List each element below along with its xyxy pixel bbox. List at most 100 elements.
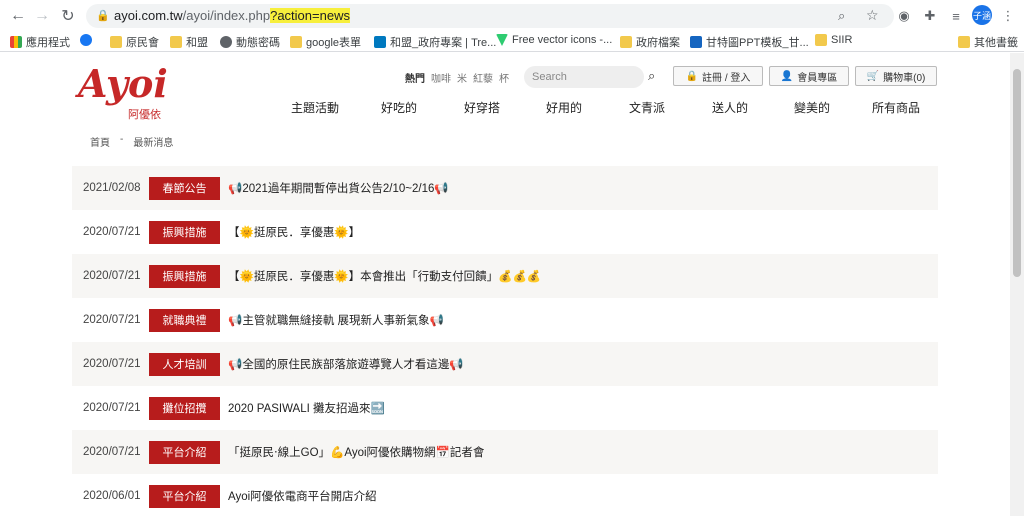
hot-label: 熱門: [405, 74, 425, 85]
bookmark-item[interactable]: SIIR: [815, 34, 852, 46]
news-tag: 人才培訓: [149, 352, 220, 376]
news-date: 2020/06/01: [83, 490, 141, 502]
search-input[interactable]: Search: [524, 66, 644, 88]
news-date: 2020/07/21: [83, 446, 141, 458]
zoom-icon[interactable]: ⌕: [838, 8, 845, 24]
news-tag: 就職典禮: [149, 308, 220, 332]
vector-icon: [496, 34, 508, 46]
cart-icon: 🛒: [866, 70, 880, 82]
folder-icon: [170, 36, 182, 48]
hot-keyword[interactable]: 米: [457, 70, 467, 85]
news-date: 2020/07/21: [83, 358, 141, 370]
hot-keyword[interactable]: 杯: [499, 70, 509, 85]
bookmarks-bar: 應用程式 原民會 和盟 動態密碼 google表單 和盟_政府專案 | Tre.…: [0, 32, 1024, 52]
bookmark-item[interactable]: 和盟: [170, 34, 208, 50]
news-tag: 春節公告: [149, 176, 220, 200]
cart-button[interactable]: 🛒 購物車(0): [855, 66, 937, 86]
forward-arrow-icon[interactable]: →: [30, 4, 54, 28]
reload-icon[interactable]: ↻: [56, 4, 80, 28]
login-button[interactable]: 🔒 註冊 / 登入: [673, 66, 763, 86]
more-menu-icon[interactable]: ⋮: [998, 6, 1018, 26]
news-row[interactable]: 2020/07/21 攤位招攬 2020 PASIWALI 攤友招過來🔜: [72, 386, 938, 430]
news-title[interactable]: 📢全國的原住民族部落旅遊導覽人才看這邊📢: [228, 356, 464, 372]
user-icon: 👤: [780, 70, 794, 82]
news-title[interactable]: 2020 PASIWALI 攤友招過來🔜: [228, 400, 385, 416]
folder-icon: [815, 34, 827, 46]
news-date: 2021/02/08: [83, 182, 141, 194]
bookmark-item[interactable]: [80, 34, 96, 46]
folder-icon: [620, 36, 632, 48]
folder-icon: [290, 36, 302, 48]
hot-keywords: 熱門 咖啡 米 紅藜 杯: [405, 70, 509, 85]
news-title[interactable]: 「挺原民‧線上GO」💪Ayoi阿優依購物網📅記者會: [228, 444, 484, 460]
news-row[interactable]: 2020/06/01 平台介紹 Ayoi阿優依電商平台開店介紹: [72, 474, 938, 516]
news-row[interactable]: 2021/02/08 春節公告 📢2021過年期間暫停出貨公告2/10~2/16📢: [72, 166, 938, 210]
address-bar[interactable]: 🔒 ayoi.com.tw/ayoi/index.php?action=news…: [86, 4, 894, 28]
news-row[interactable]: 2020/07/21 振興措施 【🌞挺原民．享優惠🌞】: [72, 210, 938, 254]
folder-icon: [110, 36, 122, 48]
news-tag: 攤位招攬: [149, 396, 220, 420]
bookmark-item[interactable]: 其他書籤: [958, 34, 1018, 50]
bookmark-item[interactable]: Free vector icons -...: [496, 34, 612, 46]
page-content: Ayoi 阿優依 熱門 咖啡 米 紅藜 杯 Search ⌕ 🔒 註冊 / 登入 …: [0, 53, 1010, 516]
news-row[interactable]: 2020/07/21 人才培訓 📢全國的原住民族部落旅遊導覽人才看這邊📢: [72, 342, 938, 386]
breadcrumb: 首頁 - 最新消息: [90, 134, 173, 149]
bookmark-item[interactable]: 動態密碼: [220, 34, 280, 50]
page-scrollbar[interactable]: [1010, 53, 1024, 516]
browser-toolbar: ← → ↻ 🔒 ayoi.com.tw/ayoi/index.php?actio…: [0, 0, 1024, 32]
news-title[interactable]: 【🌞挺原民．享優惠🌞】: [228, 224, 360, 240]
news-date: 2020/07/21: [83, 314, 141, 326]
menu-item[interactable]: 好穿搭: [464, 99, 500, 116]
member-button[interactable]: 👤 會員專區: [769, 66, 849, 86]
media-icon[interactable]: ≡: [946, 6, 966, 26]
bookmark-item[interactable]: 應用程式: [10, 34, 70, 50]
breadcrumb-separator: -: [120, 134, 124, 145]
menu-item[interactable]: 主題活動: [291, 99, 339, 116]
logo-text: Ayoi: [78, 61, 168, 106]
site-logo[interactable]: Ayoi 阿優依: [78, 64, 178, 130]
news-tag: 振興措施: [149, 264, 220, 288]
news-title[interactable]: 📢主管就職無縫接軌 展現新人事新氣象📢: [228, 312, 444, 328]
bookmark-item[interactable]: 甘特圖PPT模板_甘...: [690, 34, 809, 50]
bookmark-item[interactable]: 原民會: [110, 34, 159, 50]
menu-item[interactable]: 文青派: [629, 99, 665, 116]
breadcrumb-current: 最新消息: [133, 138, 174, 149]
scrollbar-thumb[interactable]: [1013, 69, 1021, 277]
news-row[interactable]: 2020/07/21 就職典禮 📢主管就職無縫接軌 展現新人事新氣象📢: [72, 298, 938, 342]
search-icon[interactable]: ⌕: [648, 68, 655, 84]
globe-icon: [220, 36, 232, 48]
menu-item[interactable]: 變美的: [794, 99, 830, 116]
folder-icon: [958, 36, 970, 48]
breadcrumb-home[interactable]: 首頁: [90, 134, 110, 149]
news-list: 2021/02/08 春節公告 📢2021過年期間暫停出貨公告2/10~2/16📢 …: [72, 166, 938, 516]
apps-grid-icon: [10, 36, 22, 48]
star-icon[interactable]: ☆: [866, 7, 879, 24]
news-title[interactable]: 【🌞挺原民．享優惠🌞】本會推出「行動支付回饋」💰💰💰: [228, 268, 541, 284]
bookmark-item[interactable]: google表單: [290, 34, 361, 50]
hot-keyword[interactable]: 紅藜: [473, 70, 493, 85]
lock-icon: 🔒: [685, 70, 699, 82]
hot-keyword[interactable]: 咖啡: [431, 70, 451, 85]
camera-icon[interactable]: ◉: [894, 6, 914, 26]
extensions-icon[interactable]: ✚: [920, 6, 940, 26]
bookmark-item[interactable]: 政府檔案: [620, 34, 680, 50]
bookmark-item[interactable]: 和盟_政府專案 | Tre...: [374, 34, 496, 50]
site-icon: [690, 36, 702, 48]
news-title[interactable]: Ayoi阿優依電商平台開店介紹: [228, 488, 377, 504]
profile-avatar[interactable]: 子涵: [972, 5, 992, 25]
news-title[interactable]: 📢2021過年期間暫停出貨公告2/10~2/16📢: [228, 180, 449, 196]
menu-item[interactable]: 送人的: [712, 99, 748, 116]
menu-item[interactable]: 所有商品: [872, 99, 920, 116]
news-tag: 平台介紹: [149, 484, 220, 508]
menu-item[interactable]: 好用的: [546, 99, 582, 116]
news-tag: 振興措施: [149, 220, 220, 244]
menu-item[interactable]: 好吃的: [381, 99, 417, 116]
trello-icon: [374, 36, 386, 48]
news-row[interactable]: 2020/07/21 平台介紹 「挺原民‧線上GO」💪Ayoi阿優依購物網📅記者會: [72, 430, 938, 474]
news-row[interactable]: 2020/07/21 振興措施 【🌞挺原民．享優惠🌞】本會推出「行動支付回饋」💰💰💰: [72, 254, 938, 298]
news-date: 2020/07/21: [83, 270, 141, 282]
url-text: ayoi.com.tw/ayoi/index.php?action=news: [114, 8, 350, 23]
news-date: 2020/07/21: [83, 402, 141, 414]
back-arrow-icon[interactable]: ←: [6, 4, 30, 28]
facebook-icon: [80, 34, 92, 46]
